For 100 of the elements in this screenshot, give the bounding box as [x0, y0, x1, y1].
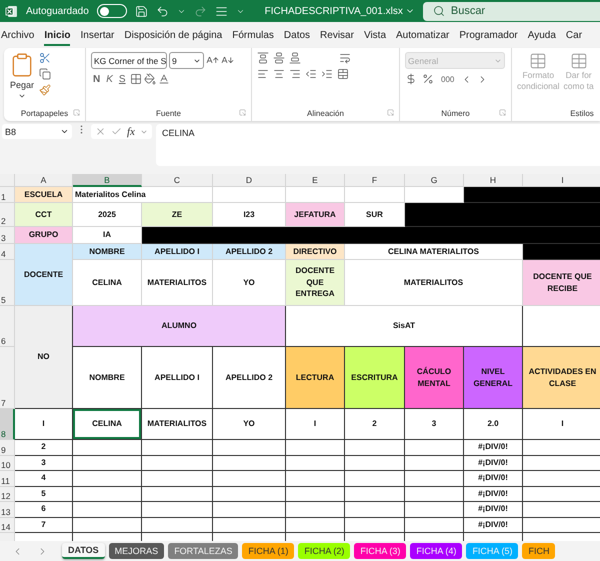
spreadsheet-icon[interactable] — [5, 4, 18, 18]
row-header[interactable]: 9 — [0, 440, 15, 456]
merge-icon[interactable] — [337, 68, 349, 80]
table-cell: I23 — [213, 203, 286, 227]
align-bottom-icon[interactable] — [289, 52, 301, 64]
menu-tab[interactable]: Disposición de página — [124, 24, 222, 46]
launcher-icon[interactable] — [499, 109, 506, 116]
align-center-icon[interactable] — [273, 68, 285, 80]
align-left-icon[interactable] — [257, 68, 269, 80]
menu-tab[interactable]: Fórmulas — [232, 24, 274, 46]
sheet-tab[interactable]: FICHA (1) — [242, 543, 294, 559]
undo-icon[interactable] — [156, 4, 169, 18]
table-cell: MATERIALITOS — [345, 260, 523, 306]
column-header[interactable]: B — [73, 174, 142, 187]
launcher-icon[interactable] — [387, 109, 394, 116]
menu-tab[interactable]: Ayuda — [528, 24, 556, 46]
table-cell: ZE — [142, 203, 213, 227]
table-cell — [345, 440, 405, 456]
thousands-button[interactable]: 000 — [439, 74, 456, 84]
font-name-select[interactable]: KG Corner of the S — [91, 52, 167, 69]
row-header[interactable]: 6 — [0, 306, 15, 347]
menu-tab[interactable]: Insertar — [80, 24, 114, 46]
search-icon[interactable] — [432, 4, 445, 16]
search-field[interactable]: Buscar — [422, 2, 600, 20]
font-size-select[interactable]: 9 — [169, 52, 204, 69]
column-header[interactable]: E — [286, 174, 345, 187]
sheet-tab[interactable]: FORTALEZAS — [168, 543, 238, 559]
table-cell — [142, 456, 213, 471]
percent-icon[interactable] — [422, 73, 434, 85]
menu-tab[interactable]: Datos — [284, 24, 310, 46]
launcher-icon[interactable] — [73, 109, 80, 116]
table-cell: 2 — [15, 440, 73, 456]
save-icon[interactable] — [134, 4, 148, 18]
column-header[interactable]: I — [523, 174, 600, 187]
scissors-icon[interactable] — [39, 52, 51, 64]
row-header[interactable]: 2 — [0, 203, 15, 227]
fill-color-icon[interactable] — [144, 73, 156, 85]
paste-button[interactable]: Pegar — [9, 52, 35, 107]
currency-icon[interactable] — [405, 73, 417, 85]
row-header[interactable]: 3 — [0, 227, 15, 244]
row-header[interactable]: 8 — [0, 409, 15, 440]
sheet-tab[interactable]: DATOS — [62, 543, 105, 559]
paintbrush-icon[interactable] — [39, 84, 51, 96]
wrap-text-icon[interactable] — [339, 52, 351, 64]
row-header[interactable]: 12 — [0, 486, 15, 502]
borders-icon[interactable] — [130, 73, 142, 85]
column-header[interactable]: H — [464, 174, 523, 187]
menu-tab[interactable]: Automatizar — [396, 24, 450, 46]
table-cell — [405, 502, 464, 518]
row-header[interactable]: 14 — [0, 518, 15, 533]
copy-icon[interactable] — [39, 68, 51, 80]
font-color-icon[interactable] — [158, 73, 170, 85]
launcher-icon[interactable] — [239, 109, 246, 116]
italic-button[interactable]: K — [104, 74, 115, 84]
align-right-icon[interactable] — [289, 68, 301, 80]
row-header[interactable]: 10 — [0, 456, 15, 471]
row-header[interactable]: 5 — [0, 260, 15, 306]
table-cell — [405, 486, 464, 502]
row-header[interactable]: 13 — [0, 502, 15, 518]
sheet-tab[interactable]: FICHA (2) — [298, 543, 350, 559]
column-header[interactable]: A — [15, 174, 73, 187]
menu-tab[interactable]: Archivo — [1, 24, 34, 46]
table-cell: Materialitos Celina — [73, 187, 213, 203]
table-cell — [142, 471, 213, 486]
sheet-tab[interactable]: FICH — [522, 543, 556, 559]
menu-tab[interactable]: Inicio — [44, 24, 70, 46]
file-name[interactable]: FICHADESCRIPTIVA_001.xlsx — [264, 6, 403, 16]
column-header[interactable]: G — [405, 174, 464, 187]
underline-button[interactable]: S — [116, 74, 128, 84]
menu-tab[interactable]: Vista — [364, 24, 386, 46]
menu-tab[interactable]: Revisar — [320, 24, 354, 46]
name-box[interactable]: B8 — [2, 124, 72, 139]
cancel-icon[interactable] — [95, 126, 106, 137]
indent-decrease-icon[interactable] — [305, 68, 317, 80]
insert-function-button[interactable]: fx — [127, 126, 135, 138]
indent-increase-icon[interactable] — [321, 68, 333, 80]
autosave-toggle[interactable] — [96, 4, 127, 18]
row-header[interactable]: 1 — [0, 187, 15, 203]
row-header[interactable]: 4 — [0, 244, 15, 260]
sheet-tab[interactable]: MEJORAS — [108, 543, 164, 559]
row-header[interactable]: 11 — [0, 471, 15, 486]
sheet-tab[interactable]: FICHA (4) — [410, 543, 462, 559]
table-cell — [73, 440, 142, 456]
table-cell — [405, 440, 464, 456]
table-cell: DOCENTE QUE ENTREGA — [286, 260, 345, 306]
formula-field[interactable]: CELINA — [156, 124, 600, 166]
align-middle-icon[interactable] — [273, 52, 285, 64]
table-cell: APELLIDO I — [142, 244, 213, 260]
lines-icon[interactable] — [214, 4, 228, 18]
enter-icon[interactable] — [111, 126, 122, 137]
column-header[interactable]: D — [213, 174, 286, 187]
table-cell — [73, 471, 142, 486]
bold-button[interactable]: N — [91, 74, 102, 84]
table-cell: 4 — [15, 471, 73, 486]
menu-tab[interactable]: Car — [566, 24, 582, 46]
column-header[interactable]: F — [345, 174, 405, 187]
align-top-icon[interactable] — [257, 52, 269, 64]
column-header[interactable]: C — [142, 174, 213, 187]
row-header[interactable]: 7 — [0, 347, 15, 409]
menu-tab[interactable]: Programador — [459, 24, 518, 46]
